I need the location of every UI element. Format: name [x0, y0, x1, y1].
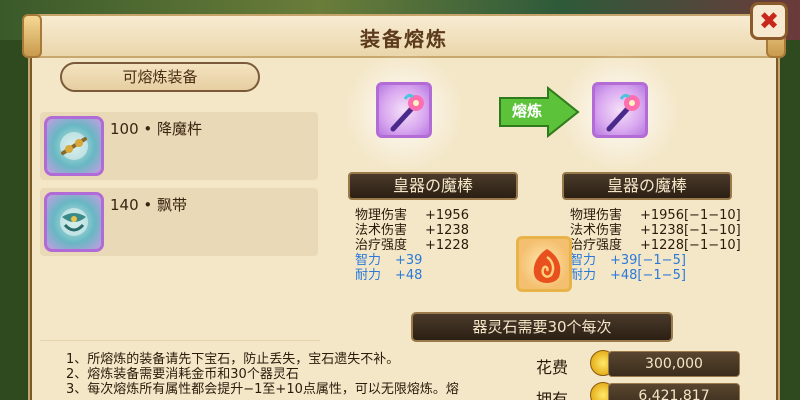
ribbon-icon	[44, 192, 104, 252]
spirit-stone-icon[interactable]	[516, 236, 572, 292]
stat-line: 治疗强度 +1228	[355, 238, 469, 253]
stat-line: 智力 +39	[355, 253, 423, 268]
wand-icon[interactable]	[592, 82, 648, 138]
stats-after: 物理伤害 +1956[−1−10] 法术伤害 +1238[−1−10] 治疗强度 +1…	[570, 208, 741, 283]
close-button[interactable]: ✖	[750, 2, 788, 40]
cost-value: 300,000	[608, 351, 740, 377]
smelt-notes: 1、所熔炼的装备请先下宝石，防止丢失，宝石遗失不补。 2、熔炼装备需要消耗金币和…	[66, 352, 459, 397]
item-name: • 降魔杵	[143, 120, 203, 138]
stats-before: 物理伤害 +1956 法术伤害 +1238 治疗强度 +1228 智力 +39 耐力 +4…	[355, 208, 469, 283]
list-divider	[40, 340, 320, 341]
stat-line: 法术伤害 +1238[−1−10]	[570, 223, 741, 238]
note-line: 3、每次熔炼所有属性都会提升−1至+10点属性，可以无限熔炼。熔	[66, 382, 459, 397]
note-line: 2、熔炼装备需要消耗金币和30个器灵石	[66, 367, 299, 382]
item-level: 100	[110, 120, 139, 138]
stat-line: 耐力 +48[−1−5]	[570, 268, 686, 283]
equip-name-before: 皇器の魔棒	[348, 172, 518, 200]
list-item[interactable]: 140 • 飘带	[40, 188, 318, 256]
smelt-arrow: 熔炼	[498, 86, 580, 138]
pestle-icon	[44, 116, 104, 176]
owned-label: 拥有	[536, 390, 569, 400]
stat-line: 智力 +39[−1−5]	[570, 253, 686, 268]
item-level: 140	[110, 196, 139, 214]
cost-label: 花费	[536, 358, 569, 377]
stat-line: 耐力 +48	[355, 268, 423, 283]
note-line: 1、所熔炼的装备请先下宝石，防止丢失，宝石遗失不补。	[66, 352, 400, 367]
wand-icon[interactable]	[376, 82, 432, 138]
equip-name-after: 皇器の魔棒	[562, 172, 732, 200]
stone-requirement: 器灵石需要30个每次	[411, 312, 673, 342]
owned-value: 6,421,817	[608, 383, 740, 400]
stat-line: 物理伤害 +1956	[355, 208, 469, 223]
stat-line: 物理伤害 +1956[−1−10]	[570, 208, 741, 223]
window-title: 装备熔炼	[360, 27, 448, 51]
stat-line: 法术伤害 +1238	[355, 223, 469, 238]
stat-line: 治疗强度 +1228[−1−10]	[570, 238, 741, 253]
list-header: 可熔炼装备	[60, 62, 260, 92]
item-name: • 飘带	[143, 196, 188, 214]
list-item[interactable]: 100 • 降魔杵	[40, 112, 318, 180]
arrow-label: 熔炼	[512, 102, 543, 120]
close-icon: ✖	[758, 7, 780, 35]
